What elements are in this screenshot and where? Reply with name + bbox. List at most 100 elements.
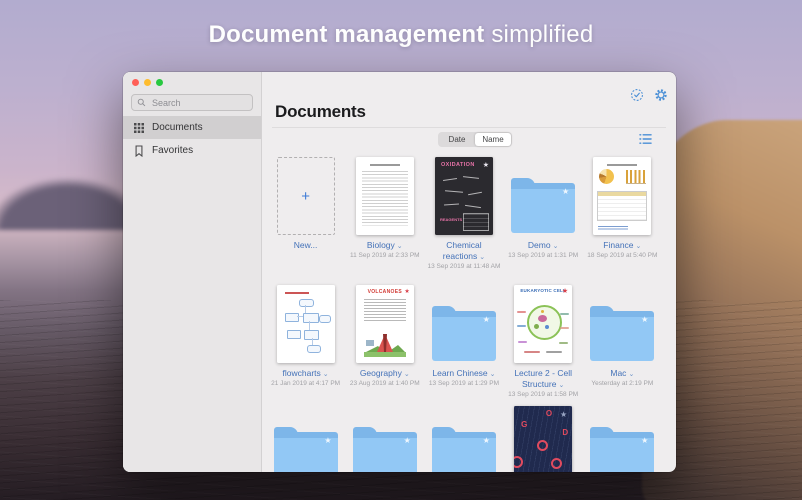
cover-letter: O	[545, 409, 553, 418]
chevron-down-icon: ⌄	[489, 371, 496, 378]
star-icon: ★	[561, 288, 569, 295]
tile-geography[interactable]: VOLCANOES ★ Geography ⌄ 23 Aug 2019 at 1…	[345, 283, 424, 398]
folder-thumbnail[interactable]: ★	[583, 406, 662, 472]
document-thumbnail[interactable]	[583, 155, 662, 235]
tile-folder[interactable]: ★	[583, 406, 662, 472]
volcano-art	[363, 334, 406, 357]
sort-segmented-control: Date Name	[438, 132, 512, 147]
tile-lecture-2[interactable]: EUKARYOTIC CELL ★ Lecture 2 - Cell Struc…	[504, 283, 583, 398]
star-icon: ★	[482, 315, 490, 324]
new-document-tile[interactable]: +	[276, 157, 335, 235]
hero-title-regular: simplified	[484, 21, 594, 48]
tile-label[interactable]: Demo ⌄	[528, 240, 559, 251]
minimize-button[interactable]	[144, 79, 151, 86]
bar-chart-art	[626, 170, 647, 184]
grid-icon	[134, 122, 144, 133]
board-footer: REAGENTS	[439, 217, 463, 222]
chevron-down-icon: ⌄	[479, 254, 486, 262]
app-window: Documents Favorites Documen	[123, 72, 676, 472]
header-divider	[272, 127, 666, 128]
star-icon: ★	[324, 436, 332, 445]
tile-folder[interactable]: ★	[345, 406, 424, 472]
folder-thumbnail[interactable]: ★	[424, 283, 503, 363]
tile-label[interactable]: Lecture 2 - Cell Structure ⌄	[507, 368, 579, 390]
star-icon: ★	[482, 436, 490, 445]
document-thumbnail[interactable]: VOLCANOES ★	[345, 283, 424, 363]
sidebar-item-documents[interactable]: Documents	[123, 116, 261, 139]
desktop: Document management simplified Search Do…	[0, 0, 802, 500]
tile-label[interactable]: Geography ⌄	[360, 368, 410, 379]
folder-thumbnail[interactable]: ★	[504, 155, 583, 235]
tile-mac[interactable]: ★ Mac ⌄ Yesterday at 2:19 PM	[583, 283, 662, 398]
star-icon: ★	[403, 436, 411, 445]
document-thumbnail[interactable]: OXIDATION ★ REAGENTS	[424, 155, 503, 235]
window-controls	[132, 79, 163, 86]
chevron-down-icon: ⌄	[322, 371, 329, 378]
cover-letter: G	[521, 420, 528, 429]
close-button[interactable]	[132, 79, 139, 86]
sort-by-name-segment[interactable]: Name	[475, 133, 511, 146]
tile-folder[interactable]: ★	[424, 406, 503, 472]
folder-thumbnail[interactable]: ★	[583, 283, 662, 363]
tile-folder[interactable]: ★	[266, 406, 345, 472]
sidebar-item-favorites[interactable]: Favorites	[123, 139, 261, 162]
zoom-button[interactable]	[156, 79, 163, 86]
tile-label[interactable]: Biology ⌄	[367, 240, 403, 251]
cell-diagram-art	[527, 305, 563, 340]
search-field[interactable]	[131, 94, 253, 111]
star-icon: ★	[641, 315, 649, 324]
tile-demo[interactable]: ★ Demo ⌄ 13 Sep 2019 at 1:31 PM	[504, 155, 583, 270]
tile-finance[interactable]: Finance ⌄ 18 Sep 2019 at 5:40 PM	[583, 155, 662, 270]
hero-title: Document management simplified	[0, 21, 802, 49]
list-view-icon[interactable]	[639, 133, 652, 145]
tile-date: 13 Sep 2019 at 1:58 PM	[508, 391, 579, 399]
star-icon: ★	[561, 187, 570, 196]
gear-icon[interactable]	[654, 88, 668, 102]
tile-label[interactable]: New...	[294, 240, 318, 251]
plus-icon: +	[301, 187, 310, 205]
tile-label[interactable]: Mac ⌄	[610, 368, 634, 379]
pie-chart-art	[599, 169, 615, 184]
tile-chemical-reactions[interactable]: OXIDATION ★ REAGENTS Chemical reactions …	[424, 155, 503, 270]
chevron-down-icon: ⌄	[403, 371, 410, 378]
tile-notebook[interactable]: ★ G O D	[504, 406, 583, 472]
check-circle-icon[interactable]	[630, 88, 644, 102]
tile-date: 13 Sep 2019 at 11:48 AM	[427, 263, 501, 271]
tile-flowcharts[interactable]: flowcharts ⌄ 21 Jan 2019 at 4:17 PM	[266, 283, 345, 398]
tile-new[interactable]: + New...	[266, 155, 345, 270]
tile-date: 11 Sep 2019 at 2:33 PM	[349, 252, 420, 260]
tile-date: 23 Aug 2019 at 1:40 PM	[349, 380, 420, 388]
star-icon: ★	[641, 436, 649, 445]
document-thumbnail[interactable]: EUKARYOTIC CELL ★	[504, 283, 583, 363]
chevron-down-icon: ⌄	[628, 371, 635, 378]
chevron-down-icon: ⌄	[558, 382, 565, 390]
folder-thumbnail[interactable]: ★	[345, 406, 424, 472]
chevron-down-icon: ⌄	[396, 243, 403, 250]
search-input[interactable]	[150, 96, 244, 109]
sort-by-date-segment[interactable]: Date	[439, 133, 475, 146]
tile-label[interactable]: Learn Chinese ⌄	[432, 368, 495, 379]
tile-date: 13 Sep 2019 at 1:29 PM	[428, 380, 500, 388]
sidebar: Documents Favorites	[123, 72, 262, 472]
tile-biology[interactable]: Biology ⌄ 11 Sep 2019 at 2:33 PM	[345, 155, 424, 270]
content-area: Documents Date Name + New... Biology ⌄ 1…	[262, 72, 676, 472]
tile-date: 18 Sep 2019 at 5:40 PM	[587, 252, 658, 260]
hero-title-bold: Document management	[208, 21, 485, 48]
tile-label[interactable]: Finance ⌄	[603, 240, 641, 251]
tile-learn-chinese[interactable]: ★ Learn Chinese ⌄ 13 Sep 2019 at 1:29 PM	[424, 283, 503, 398]
document-thumbnail[interactable]	[266, 283, 345, 363]
document-thumbnail[interactable]: ★ G O D	[504, 406, 583, 472]
page-title: Documents	[275, 102, 366, 121]
chevron-down-icon: ⌄	[552, 243, 559, 250]
folder-thumbnail[interactable]: ★	[266, 406, 345, 472]
star-icon: ★	[404, 289, 410, 295]
document-thumbnail[interactable]	[345, 155, 424, 235]
tile-label[interactable]: Chemical reactions ⌄	[428, 240, 500, 262]
tile-date: 21 Jan 2019 at 4:17 PM	[271, 380, 341, 388]
tile-date: Yesterday at 2:19 PM	[591, 380, 654, 388]
grid-row: flowcharts ⌄ 21 Jan 2019 at 4:17 PM VOLCA…	[266, 283, 662, 398]
sidebar-list: Documents Favorites	[123, 116, 261, 162]
folder-thumbnail[interactable]: ★	[424, 406, 503, 472]
tile-label[interactable]: flowcharts ⌄	[283, 368, 329, 379]
star-icon: ★	[559, 410, 568, 419]
